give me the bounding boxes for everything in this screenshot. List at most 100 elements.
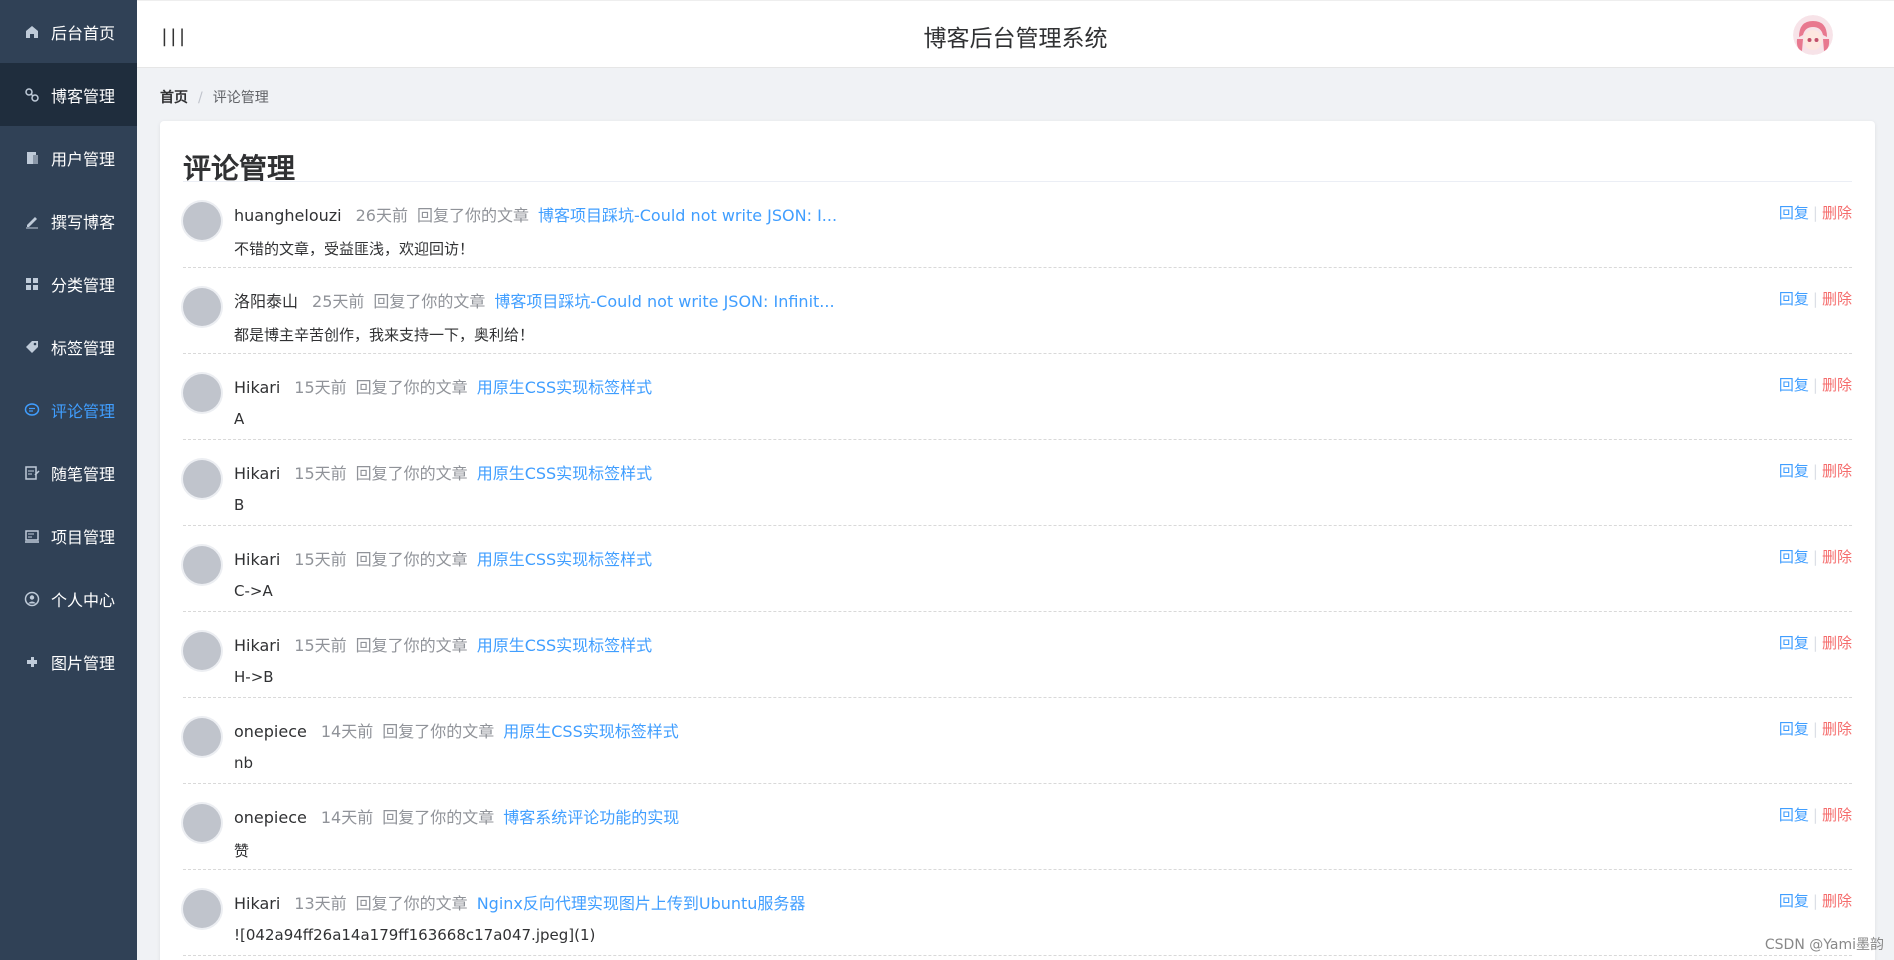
edit-icon — [24, 213, 40, 229]
delete-button[interactable]: 删除 — [1822, 204, 1852, 222]
reply-button[interactable]: 回复 — [1779, 548, 1809, 566]
sidebar-item-profile[interactable]: 个人中心 — [0, 567, 137, 630]
site-title: 博客后台管理系统 — [923, 26, 1108, 52]
comment-action-text: 回复了你的文章 — [355, 894, 468, 913]
delete-button[interactable]: 删除 — [1822, 892, 1852, 910]
comment-time: 15天前 — [294, 550, 347, 569]
sidebar-item-label: 撰写博客 — [51, 212, 116, 232]
commenter-avatar — [183, 718, 221, 756]
delete-button[interactable]: 删除 — [1822, 376, 1852, 394]
sidebar-item-blog[interactable]: 博客管理 — [0, 63, 137, 126]
sidebar-item-images[interactable]: 图片管理 — [0, 630, 137, 693]
comment-content: H->B — [234, 668, 274, 686]
comment-time: 13天前 — [294, 894, 347, 913]
sidebar-item-projects[interactable]: 项目管理 — [0, 504, 137, 567]
comment-article-link[interactable]: 用原生CSS实现标签样式 — [477, 636, 653, 655]
comment-action-text: 回复了你的文章 — [355, 378, 468, 397]
comment-article-link[interactable]: 博客项目踩坑-Could not write JSON: I... — [538, 206, 837, 225]
comment-time: 14天前 — [320, 808, 374, 827]
comment-action-text: 回复了你的文章 — [355, 550, 468, 569]
reply-button[interactable]: 回复 — [1779, 720, 1809, 738]
reply-button[interactable]: 回复 — [1779, 462, 1809, 480]
commenter-avatar — [183, 804, 221, 842]
reply-button[interactable]: 回复 — [1779, 376, 1809, 394]
comment-item: huanghelouzi 26天前 回复了你的文章 博客项目踩坑-Could not … — [183, 182, 1852, 268]
comment-article-link[interactable]: 博客项目踩坑-Could not write JSON: Infinit... — [494, 292, 834, 311]
sidebar-item-notes[interactable]: 随笔管理 — [0, 441, 137, 504]
breadcrumb-home[interactable]: 首页 — [160, 90, 188, 106]
sidebar-item-dashboard[interactable]: 后台首页 — [0, 0, 137, 63]
note-icon — [24, 465, 40, 481]
comment-article-link[interactable]: 博客系统评论功能的实现 — [503, 808, 679, 827]
reply-button[interactable]: 回复 — [1779, 892, 1809, 910]
sidebar-item-label: 后台首页 — [51, 23, 116, 43]
comment-user: onepiece — [234, 808, 307, 827]
comment-user: Hikari — [234, 894, 281, 913]
delete-button[interactable]: 删除 — [1822, 462, 1852, 480]
commenter-avatar — [183, 202, 221, 240]
reply-button[interactable]: 回复 — [1779, 806, 1809, 824]
comment-content: 赞 — [234, 842, 250, 860]
sidebar-item-label: 评论管理 — [51, 401, 116, 421]
comment-user: Hikari — [234, 636, 281, 655]
comment-item: Hikari 15天前 回复了你的文章 用原生CSS实现标签样式 H->B 回复 | 删除 — [183, 612, 1852, 698]
comment-user: 洛阳泰山 — [234, 292, 299, 311]
comment-user: huanghelouzi — [234, 206, 342, 225]
sidebar-item-tags[interactable]: 标签管理 — [0, 315, 137, 378]
breadcrumb: 首页 / 评论管理 — [160, 87, 269, 107]
comment-list: huanghelouzi 26天前 回复了你的文章 博客项目踩坑-Could not … — [183, 182, 1852, 956]
reply-button[interactable]: 回复 — [1779, 634, 1809, 652]
op-separator: | — [1812, 634, 1818, 652]
comment-content: 不错的文章，受益匪浅，欢迎回访！ — [234, 240, 475, 258]
sidebar-item-label: 用户管理 — [51, 149, 116, 169]
project-icon — [24, 528, 40, 544]
sidebar-item-label: 分类管理 — [51, 275, 116, 295]
reply-button[interactable]: 回复 — [1779, 290, 1809, 308]
sidebar-item-users[interactable]: 用户管理 — [0, 126, 137, 189]
comment-article-link[interactable]: 用原生CSS实现标签样式 — [477, 550, 653, 569]
reply-button[interactable]: 回复 — [1779, 204, 1809, 222]
sidebar-item-label: 项目管理 — [51, 527, 116, 547]
comment-content: nb — [234, 754, 254, 772]
delete-button[interactable]: 删除 — [1822, 720, 1852, 738]
comment-article-link[interactable]: Nginx反向代理实现图片上传到Ubuntu服务器 — [477, 894, 806, 913]
sidebar-item-label: 博客管理 — [51, 86, 116, 106]
comment-action-text: 回复了你的文章 — [382, 722, 495, 741]
comment-article-link[interactable]: 用原生CSS实现标签样式 — [477, 464, 653, 483]
delete-button[interactable]: 删除 — [1822, 290, 1852, 308]
comment-action-text: 回复了你的文章 — [416, 206, 529, 225]
comment-user: Hikari — [234, 550, 281, 569]
comment-card: 评论管理 huanghelouzi 26天前 回复了你的文章 博客项目踩坑-Could… — [160, 121, 1875, 960]
comment-article-link[interactable]: 用原生CSS实现标签样式 — [477, 378, 653, 397]
sidebar-item-category[interactable]: 分类管理 — [0, 252, 137, 315]
delete-button[interactable]: 删除 — [1822, 806, 1852, 824]
sidebar-item-label: 个人中心 — [51, 590, 116, 610]
home-icon — [24, 24, 40, 40]
comment-content: ![042a94ff26a14a179ff163668c17a047.jpeg]… — [234, 926, 596, 944]
breadcrumb-separator: / — [198, 90, 203, 106]
comment-time: 15天前 — [294, 636, 347, 655]
comment-user: onepiece — [234, 722, 307, 741]
comment-user: Hikari — [234, 464, 281, 483]
op-separator: | — [1812, 892, 1818, 910]
user-avatar[interactable] — [1793, 15, 1833, 55]
delete-button[interactable]: 删除 — [1822, 548, 1852, 566]
comment-time: 15天前 — [294, 464, 347, 483]
comment-item: Hikari 15天前 回复了你的文章 用原生CSS实现标签样式 B 回复 | 删除 — [183, 440, 1852, 526]
sidebar-item-label: 图片管理 — [51, 653, 116, 673]
comment-article-link[interactable]: 用原生CSS实现标签样式 — [503, 722, 679, 741]
commenter-avatar — [183, 890, 221, 928]
breadcrumb-current: 评论管理 — [212, 90, 269, 106]
sidebar-item-write[interactable]: 撰写博客 — [0, 189, 137, 252]
delete-button[interactable]: 删除 — [1822, 634, 1852, 652]
users-icon — [24, 150, 40, 166]
op-separator: | — [1812, 290, 1818, 308]
comment-action-text: 回复了你的文章 — [382, 808, 495, 827]
commenter-avatar — [183, 632, 221, 670]
comment-item: Hikari 15天前 回复了你的文章 用原生CSS实现标签样式 A 回复 | 删除 — [183, 354, 1852, 440]
image-icon — [24, 654, 40, 670]
commenter-avatar — [183, 546, 221, 584]
top-header: ||| 博客后台管理系统 — [137, 0, 1894, 68]
op-separator: | — [1812, 204, 1818, 222]
sidebar-item-comments[interactable]: 评论管理 — [0, 378, 137, 441]
